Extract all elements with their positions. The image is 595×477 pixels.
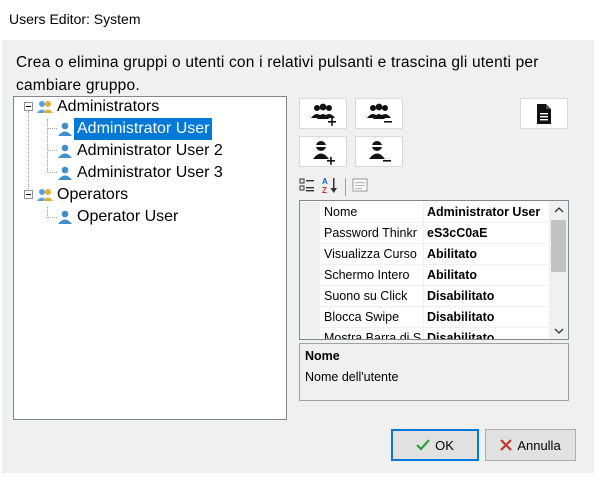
column-divider (423, 307, 424, 328)
check-icon (416, 439, 430, 451)
remove-user-icon (369, 140, 391, 162)
scroll-up-icon[interactable] (549, 201, 568, 218)
svg-text:A: A (322, 177, 328, 186)
document-icon (537, 103, 551, 124)
column-divider (423, 286, 424, 307)
add-user-icon (313, 140, 335, 165)
categorized-icon[interactable] (299, 177, 315, 198)
row-margin (300, 286, 320, 307)
row-margin (300, 328, 320, 339)
column-divider (423, 265, 424, 286)
property-name: Mostra Barra di S (324, 331, 422, 340)
property-row-nome[interactable]: Nome Administrator User (300, 202, 550, 223)
property-value[interactable]: Abilitato (427, 247, 549, 261)
property-value[interactable]: Disabilitato (427, 289, 549, 303)
tree-connector (28, 111, 29, 189)
tree-user-operator-user[interactable]: Operator User (56, 206, 181, 228)
toolbar-separator (345, 178, 346, 196)
row-margin (300, 265, 320, 286)
property-name: Password Thinkr (324, 226, 417, 240)
property-row-suono-su-click[interactable]: Suono su Click Disabilitato (300, 286, 550, 307)
title-bar: Users Editor: System (0, 0, 595, 40)
dialog-client: Crea o elimina gruppi o utenti con i rel… (2, 40, 594, 473)
document-button[interactable] (520, 98, 568, 129)
property-name: Nome (324, 205, 358, 219)
add-group-button[interactable] (299, 98, 347, 129)
alphabetical-icon[interactable]: A Z (321, 176, 339, 199)
property-pages-icon[interactable] (352, 177, 368, 198)
column-divider (423, 244, 424, 265)
property-value[interactable]: eS3cC0aE (427, 226, 549, 240)
remove-group-button[interactable] (355, 98, 403, 129)
row-margin (300, 244, 320, 265)
row-margin (300, 202, 320, 223)
svg-text:Z: Z (322, 186, 327, 194)
user-icon (58, 210, 72, 224)
user-icon (58, 166, 72, 180)
tree-user-administrator-user[interactable]: Administrator User (56, 118, 213, 140)
user-icon (58, 122, 72, 136)
instructions-text: Crea o elimina gruppi o utenti con i rel… (16, 54, 539, 94)
collapse-toggle[interactable] (24, 102, 33, 111)
window-title: Users Editor: System (9, 11, 141, 27)
property-name: Visualizza Curso (324, 247, 417, 261)
column-divider (423, 223, 424, 244)
add-group-icon (311, 103, 336, 126)
group-icon (37, 101, 53, 113)
property-name: Schermo Intero (324, 268, 410, 282)
help-description: Nome dell'utente (305, 370, 399, 384)
remove-group-icon (367, 103, 392, 123)
property-row-blocca-swipe[interactable]: Blocca Swipe Disabilitato (300, 307, 550, 328)
tree-group-label: Administrators (57, 98, 160, 115)
row-margin (300, 223, 320, 244)
property-name: Blocca Swipe (324, 310, 400, 324)
column-divider (423, 202, 424, 223)
tree-user-administrator-user-3[interactable]: Administrator User 3 (56, 162, 226, 184)
property-value[interactable]: Disabilitato (427, 310, 549, 324)
column-divider (423, 328, 424, 339)
property-value[interactable]: Abilitato (427, 268, 549, 282)
tree-group-administrators[interactable]: Administrators (36, 97, 162, 118)
close-icon (500, 439, 513, 451)
row-margin (300, 307, 320, 328)
help-title: Nome (305, 349, 340, 363)
cancel-label: Annulla (517, 437, 561, 453)
scroll-down-icon[interactable] (549, 322, 568, 339)
property-grid-toolbar: A Z (299, 176, 368, 198)
cancel-button[interactable]: Annulla (485, 429, 576, 461)
users-tree[interactable]: Administrators Administrator User Admini… (13, 96, 287, 420)
user-icon (58, 144, 72, 158)
ok-button[interactable]: OK (391, 429, 479, 461)
ok-label: OK (435, 437, 454, 453)
group-icon (37, 189, 53, 201)
collapse-toggle[interactable] (24, 190, 33, 199)
property-row-visualizza-cursore[interactable]: Visualizza Curso Abilitato (300, 244, 550, 265)
property-grid[interactable]: Nome Administrator User Password Thinkr … (299, 200, 569, 340)
property-row-schermo-intero[interactable]: Schermo Intero Abilitato (300, 265, 550, 286)
property-row-mostra-barra[interactable]: Mostra Barra di S Disabilitato (300, 328, 550, 340)
tree-group-label: Operators (57, 186, 129, 203)
tree-group-operators[interactable]: Operators (36, 184, 131, 206)
property-value[interactable]: Disabilitato (427, 331, 549, 339)
tree-user-label: Administrator User 2 (77, 142, 223, 159)
tree-user-label: Administrator User (74, 118, 213, 140)
tree-user-label: Operator User (77, 208, 179, 225)
add-user-button[interactable] (299, 136, 347, 167)
property-value[interactable]: Administrator User (427, 205, 549, 219)
tree-user-administrator-user-2[interactable]: Administrator User 2 (56, 140, 226, 162)
remove-user-button[interactable] (355, 136, 403, 167)
scrollbar-thumb[interactable] (551, 220, 566, 272)
property-help-panel: Nome Nome dell'utente (299, 343, 569, 401)
property-name: Suono su Click (324, 289, 408, 303)
tree-user-label: Administrator User 3 (77, 164, 223, 181)
property-grid-scrollbar[interactable] (549, 201, 568, 339)
property-row-password[interactable]: Password Thinkr eS3cC0aE (300, 223, 550, 244)
